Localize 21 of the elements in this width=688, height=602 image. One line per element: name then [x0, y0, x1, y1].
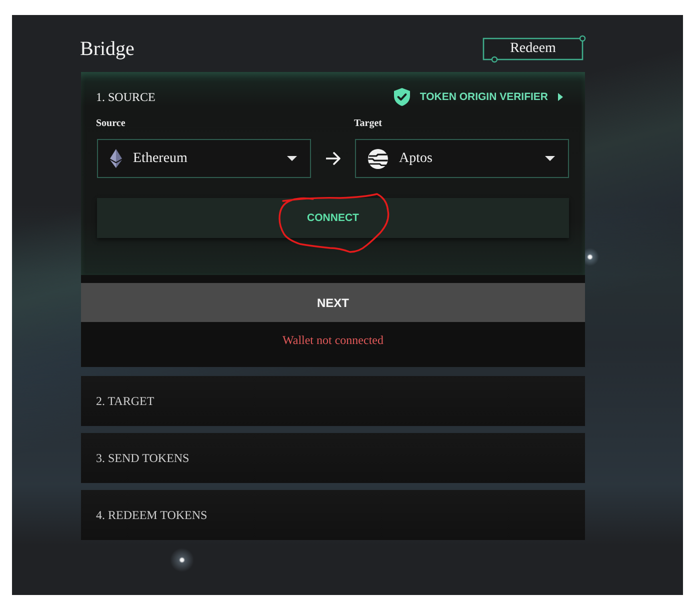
step-header[interactable]: 2. TARGET [81, 376, 585, 426]
step-header[interactable]: 4. REDEEM TOKENS [81, 490, 585, 540]
caret-down-icon [545, 156, 555, 161]
redeem-button[interactable]: Redeem [480, 35, 586, 63]
arrow-right-icon [326, 152, 340, 165]
error-message: Wallet not connected [282, 333, 384, 347]
caret-right-icon [558, 93, 563, 101]
step-header[interactable]: 3. SEND TOKENS [81, 433, 585, 483]
connect-button[interactable]: CONNECT [97, 198, 569, 238]
chain-select[interactable]: Aptos [355, 139, 569, 178]
shield-check-icon [394, 88, 410, 106]
caret-down-icon [287, 156, 297, 161]
page-title: Bridge [80, 37, 134, 61]
step-title: 1. SOURCE [96, 90, 156, 104]
chain-select[interactable]: Ethereum [97, 139, 311, 178]
diamond-icon [110, 149, 122, 168]
token-origin-verifier-link[interactable]: TOKEN ORIGIN VERIFIER [394, 88, 563, 106]
field-label: Source [96, 117, 126, 131]
next-button[interactable]: NEXT [81, 283, 585, 322]
field-label: Target [354, 117, 383, 131]
striped-circle-icon [368, 148, 388, 168]
